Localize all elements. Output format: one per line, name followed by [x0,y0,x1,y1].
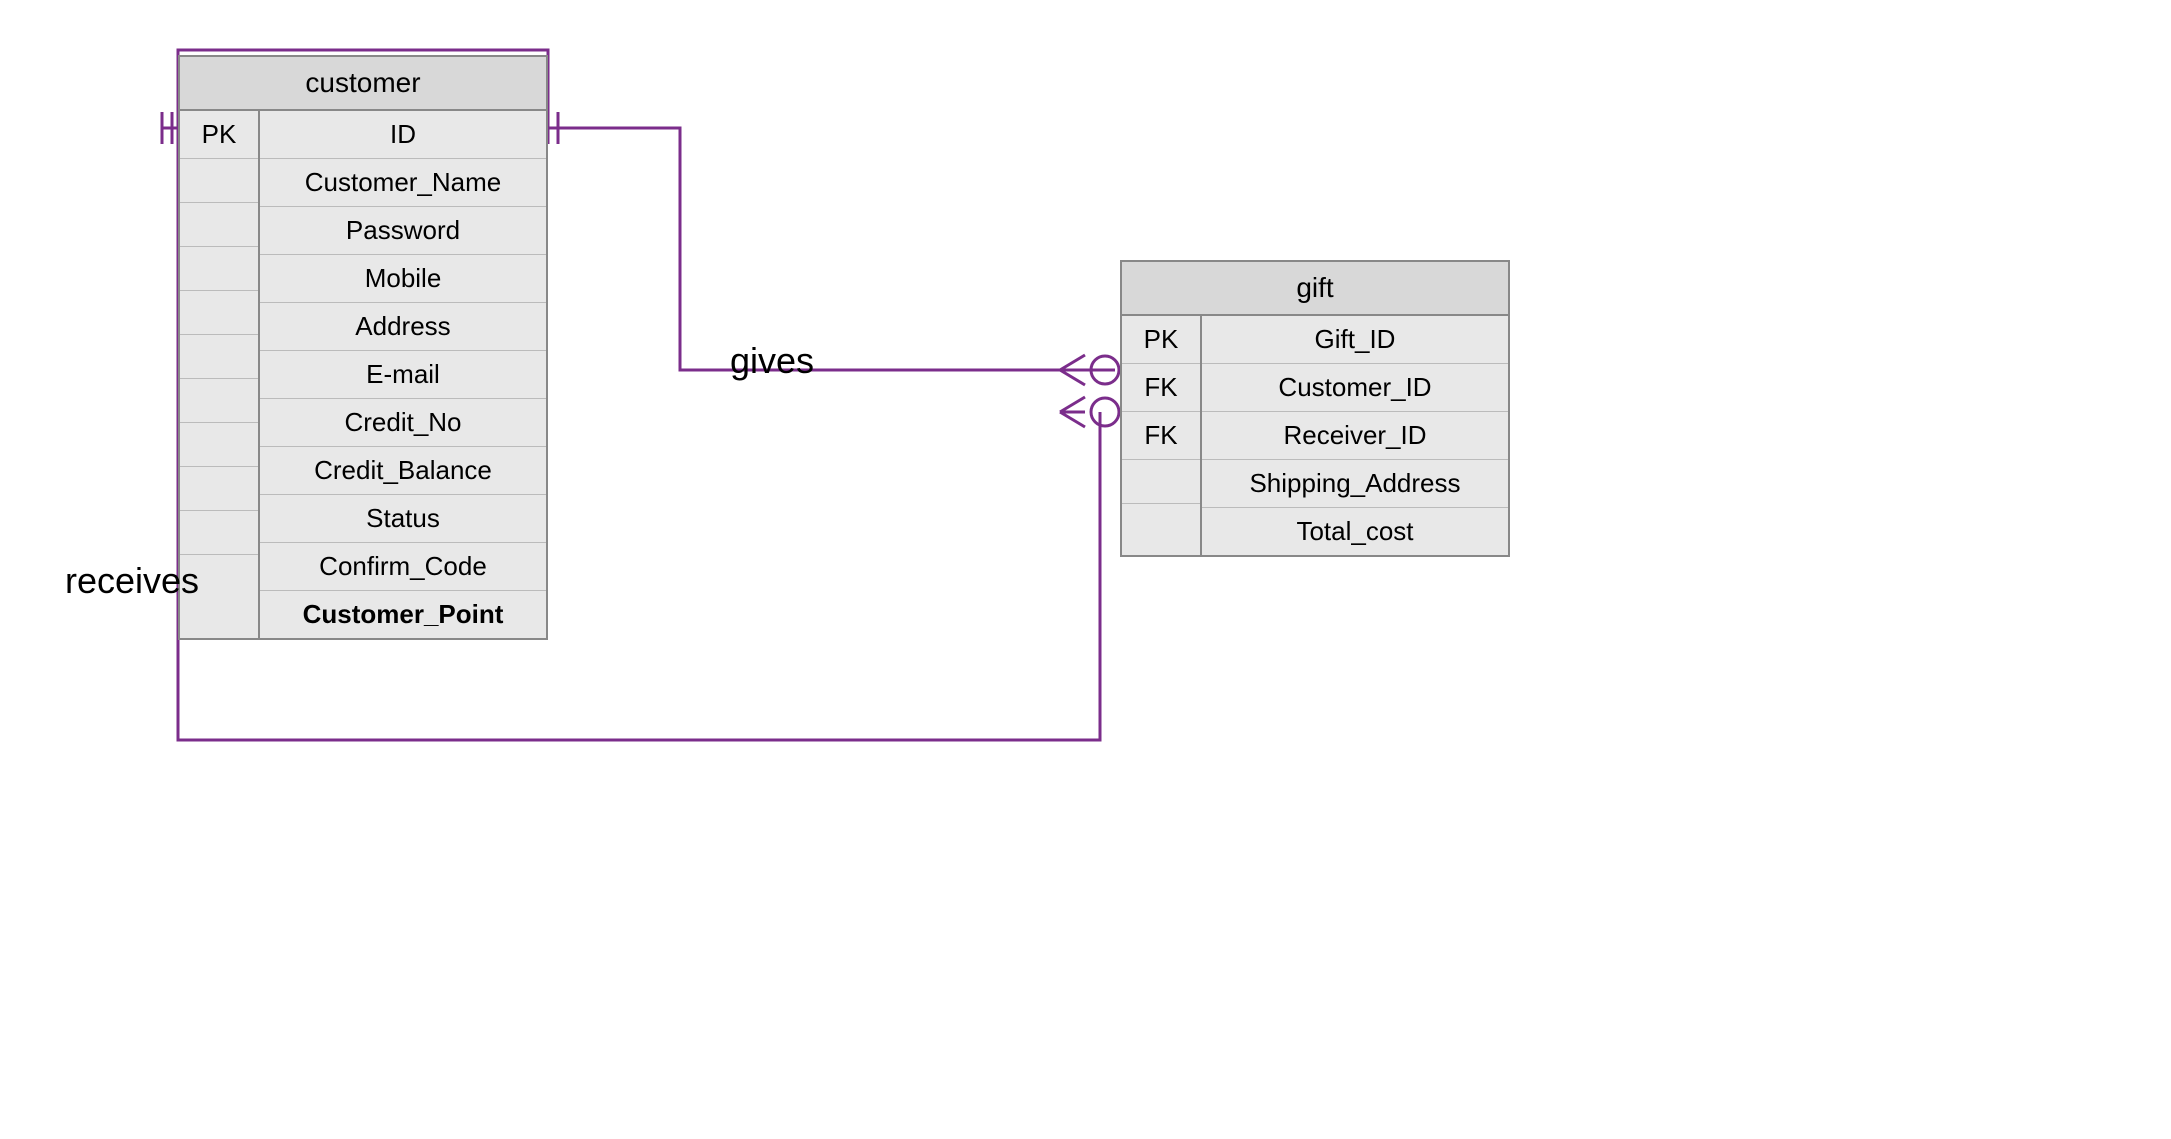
field-password: Password [260,207,546,255]
customer-table: customer PK ID Customer_Name Password [178,55,548,640]
field-customer-name: Customer_Name [260,159,546,207]
gift-field-shipping: Shipping_Address [1202,460,1508,508]
customer-table-title: customer [180,57,546,111]
pk-empty-5 [180,335,258,379]
field-status: Status [260,495,546,543]
pk-empty-2 [180,203,258,247]
field-confirm-code: Confirm_Code [260,543,546,591]
customer-table-body: PK ID Customer_Name Password Mobile Addr… [180,111,546,638]
field-customer-point: Customer_Point [260,591,546,638]
diagram-container: customer PK ID Customer_Name Password [0,0,2171,1139]
gift-fk2-row: FK [1122,412,1200,460]
gift-table: gift PK FK FK Gift_ID Customer_ID Receiv… [1120,260,1510,557]
gift-field-receiver-id: Receiver_ID [1202,412,1508,460]
gift-empty-2 [1122,504,1200,548]
pk-empty-3 [180,247,258,291]
pk-label-id: PK [180,111,258,159]
field-credit-no: Credit_No [260,399,546,447]
receives-label: receives [65,560,199,602]
pk-empty-9 [180,511,258,555]
gift-pk-row: PK [1122,316,1200,364]
pk-empty-1 [180,159,258,203]
pk-empty-6 [180,379,258,423]
pk-empty-4 [180,291,258,335]
customer-pk-col: PK [180,111,260,638]
field-id: ID [260,111,546,159]
gift-field-total: Total_cost [1202,508,1508,555]
gift-fields-col: Gift_ID Customer_ID Receiver_ID Shipping… [1202,316,1508,555]
field-address: Address [260,303,546,351]
field-mobile: Mobile [260,255,546,303]
gift-key-col: PK FK FK [1122,316,1202,555]
field-credit-balance: Credit_Balance [260,447,546,495]
gift-field-customer-id: Customer_ID [1202,364,1508,412]
customer-fields-col: ID Customer_Name Password Mobile Address… [260,111,546,638]
field-email: E-mail [260,351,546,399]
gift-field-id: Gift_ID [1202,316,1508,364]
pk-empty-8 [180,467,258,511]
gift-table-body: PK FK FK Gift_ID Customer_ID Receiver_ID… [1122,316,1508,555]
gift-empty-1 [1122,460,1200,504]
gives-label: gives [730,340,814,382]
pk-empty-7 [180,423,258,467]
gift-fk1-row: FK [1122,364,1200,412]
gift-table-title: gift [1122,262,1508,316]
